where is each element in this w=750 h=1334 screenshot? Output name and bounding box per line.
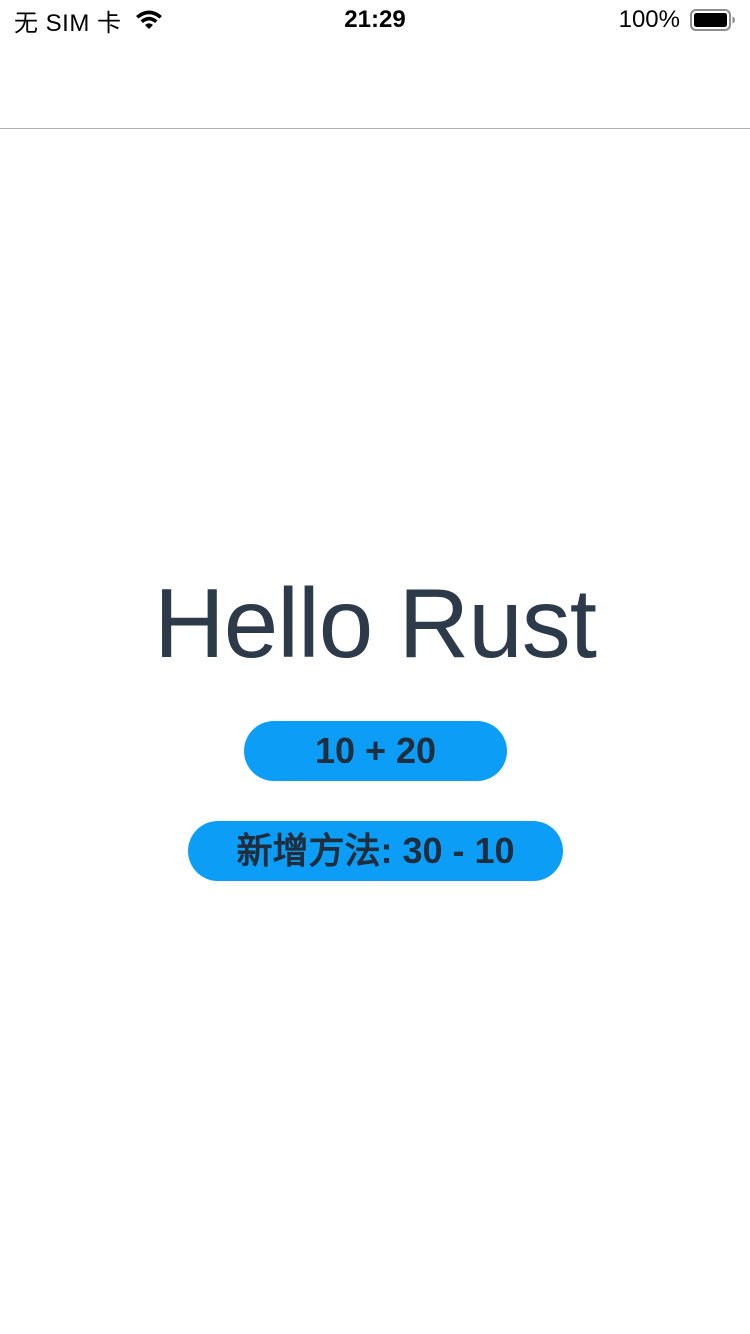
add-button[interactable]: 10 + 20	[244, 721, 507, 781]
status-right: 100%	[619, 6, 736, 34]
navigation-bar	[0, 40, 750, 129]
subtract-button[interactable]: 新增方法: 30 - 10	[188, 821, 563, 881]
status-bar: 无 SIM 卡 21:29 100%	[0, 0, 750, 40]
app-screen: 无 SIM 卡 21:29 100% Hello Rust 10 + 20 新增…	[0, 0, 750, 1334]
battery-percent-label: 100%	[618, 6, 680, 33]
page-title: Hello Rust	[153, 568, 597, 678]
battery-full-icon	[690, 9, 736, 31]
